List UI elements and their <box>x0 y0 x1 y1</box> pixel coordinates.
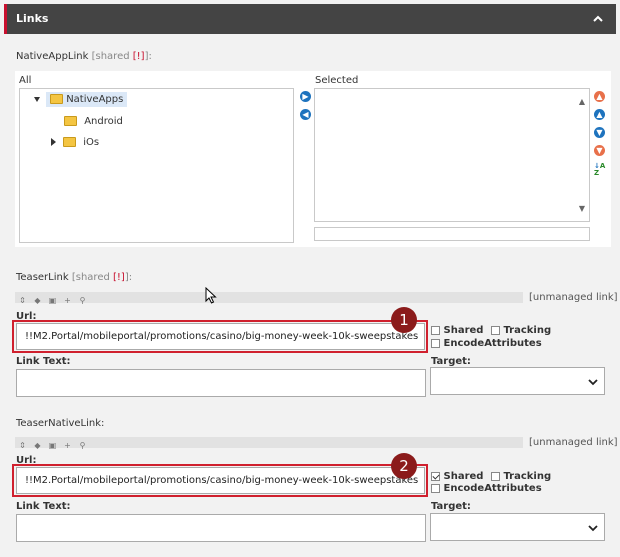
chevron-down-icon <box>588 379 598 386</box>
folder-icon <box>50 94 63 104</box>
tag-icon[interactable]: ◆ <box>33 296 42 305</box>
unmanaged-link-label: [unmanaged link] <box>529 292 618 303</box>
add-arrow-icon[interactable]: ▶ <box>300 91 311 102</box>
scroll-up-icon[interactable]: ▲ <box>579 97 585 106</box>
expand-right-icon[interactable] <box>51 138 56 146</box>
sort-icon[interactable]: ⇕ <box>18 441 27 450</box>
tracking-checkbox[interactable] <box>490 471 500 481</box>
move-down-icon[interactable]: ▼ <box>594 127 605 138</box>
encode-attributes-label: EncodeAttributes <box>443 338 542 349</box>
target-label: Target: <box>431 356 471 367</box>
trash-icon[interactable]: ▣ <box>48 441 57 450</box>
tracking-checkbox[interactable] <box>490 325 500 335</box>
link-text-label: Link Text: <box>16 501 71 512</box>
shared-bang-link[interactable]: [!] <box>113 272 125 283</box>
shared-prefix: [shared <box>91 51 133 62</box>
sort-icon[interactable]: ⇕ <box>18 296 27 305</box>
move-up-icon[interactable]: ▲ <box>594 109 605 120</box>
shared-suffix: ]: <box>124 272 133 283</box>
remove-arrow-icon[interactable]: ◀ <box>300 109 311 120</box>
all-label: All <box>19 75 32 86</box>
encode-attributes-checkbox[interactable] <box>431 483 440 493</box>
highlight-box-1 <box>12 320 428 353</box>
teaser-target-select[interactable] <box>430 367 605 395</box>
tree-item-android[interactable]: Android <box>64 116 123 127</box>
tree-item-label: iOs <box>83 137 100 148</box>
tracking-checkbox-label: Tracking <box>503 325 552 336</box>
header-accent-bar <box>4 4 7 34</box>
encode-option: EncodeAttributes <box>431 336 542 349</box>
teaser-native-link-label: TeaserNativeLink: <box>16 418 105 429</box>
shared-checkbox[interactable] <box>431 325 440 335</box>
folder-icon <box>63 137 76 147</box>
trash-icon[interactable]: ▣ <box>48 296 57 305</box>
search-icon[interactable]: ⚲ <box>78 296 87 305</box>
tree-item-label: Android <box>84 116 123 127</box>
encode-option: EncodeAttributes <box>431 481 542 494</box>
search-icon[interactable]: ⚲ <box>78 441 87 450</box>
move-top-icon[interactable]: ▲ <box>594 91 605 102</box>
teaser-link-options: Shared Tracking <box>431 323 551 336</box>
unmanaged-link-label: [unmanaged link] <box>529 437 618 448</box>
section-title: Links <box>16 12 49 25</box>
all-tree-box[interactable]: NativeApps Android iOs <box>19 88 294 243</box>
teaser-native-link-text-input[interactable] <box>16 514 426 542</box>
expand-down-icon[interactable] <box>34 96 40 102</box>
shared-checkbox[interactable] <box>431 471 440 481</box>
shared-suffix: ]: <box>144 51 152 62</box>
add-icon[interactable]: + <box>63 296 72 305</box>
native-app-link-label: NativeAppLink [shared [!]]: <box>16 51 152 62</box>
teaser-link-label: TeaserLink [shared [!]]: <box>16 272 132 283</box>
folder-icon <box>64 116 77 126</box>
selected-filter-input[interactable] <box>314 227 590 241</box>
shared-bang-link[interactable]: [!] <box>133 51 145 62</box>
encode-attributes-checkbox[interactable] <box>431 338 440 348</box>
callout-badge-1: 1 <box>391 307 417 333</box>
sort-az-icon[interactable]: ↓A Z <box>594 163 607 177</box>
tree-item-label: NativeApps <box>66 94 124 105</box>
selected-label: Selected <box>315 75 359 86</box>
chevron-down-icon <box>588 525 598 532</box>
teaser-link-text-input[interactable] <box>16 369 426 397</box>
target-label: Target: <box>431 501 471 512</box>
highlight-box-2 <box>12 464 428 497</box>
shared-checkbox-label: Shared <box>443 325 484 336</box>
move-bottom-icon[interactable]: ▼ <box>594 145 605 156</box>
chevron-up-icon[interactable] <box>592 13 604 25</box>
field-name: TeaserLink <box>16 272 69 283</box>
link-text-label: Link Text: <box>16 356 71 367</box>
shared-prefix: [shared <box>71 272 113 283</box>
tree-item-nativeapps[interactable]: NativeApps <box>34 92 128 111</box>
teaser-link-toolbar: ⇕ ◆ ▣ + ⚲ <box>15 292 523 305</box>
field-name: NativeAppLink <box>16 51 89 62</box>
selected-list-box[interactable]: ▲ ▼ <box>314 88 590 222</box>
teaser-native-target-select[interactable] <box>430 513 605 541</box>
tag-icon[interactable]: ◆ <box>33 441 42 450</box>
teaser-native-link-toolbar: ⇕ ◆ ▣ + ⚲ <box>15 437 523 450</box>
scroll-down-icon[interactable]: ▼ <box>579 204 585 213</box>
mouse-cursor-icon <box>205 287 217 304</box>
tree-item-ios[interactable]: iOs <box>51 137 99 148</box>
section-header-links[interactable]: Links <box>4 4 616 34</box>
encode-attributes-label: EncodeAttributes <box>443 483 542 494</box>
callout-badge-2: 2 <box>391 453 417 479</box>
add-icon[interactable]: + <box>63 441 72 450</box>
